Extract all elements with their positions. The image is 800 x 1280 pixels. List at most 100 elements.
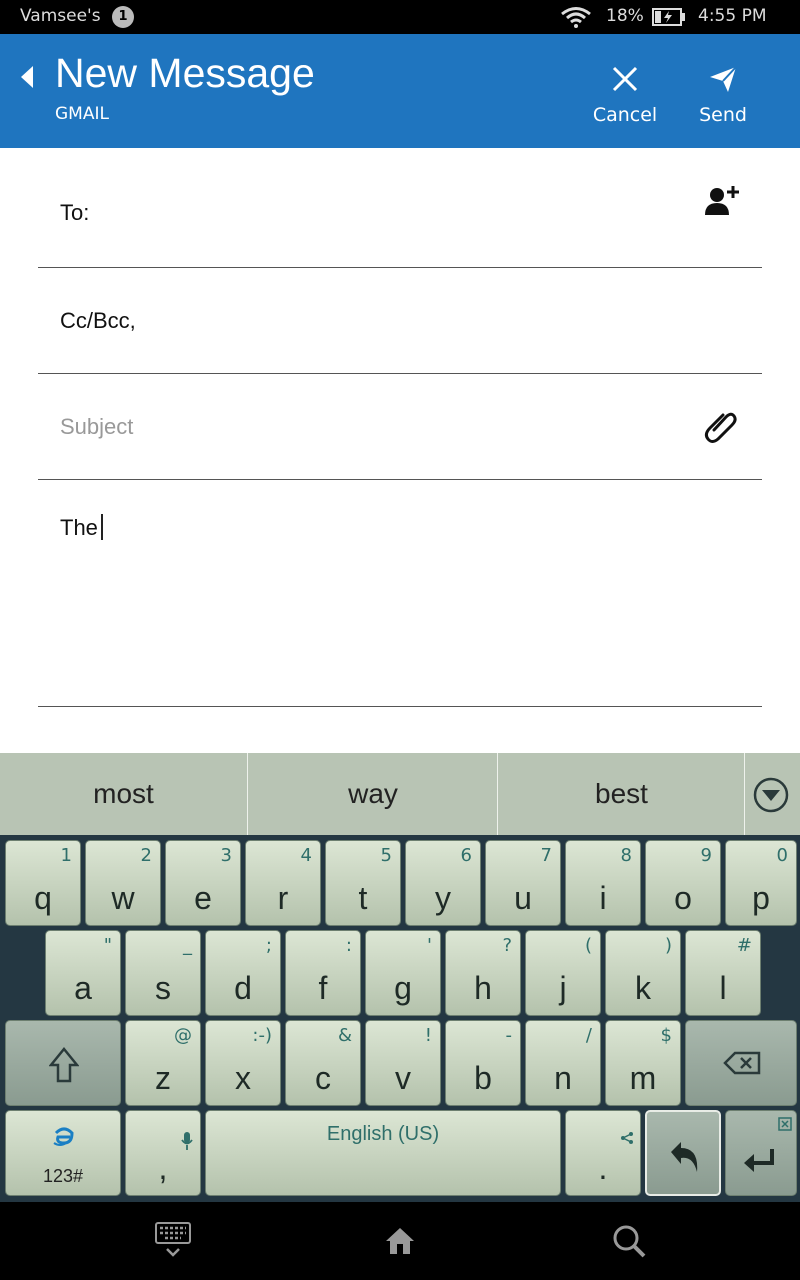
cancel-label: Cancel [592, 104, 658, 126]
send-button[interactable]: Send [683, 34, 763, 148]
hide-keyboard-icon [778, 1117, 792, 1131]
key-m[interactable]: $ m [605, 1020, 681, 1106]
to-field[interactable]: To: [38, 148, 762, 268]
undo-key[interactable] [645, 1110, 721, 1196]
key-alt: ( [584, 935, 592, 956]
home-icon[interactable] [384, 1226, 416, 1256]
key-n[interactable]: / n [525, 1020, 601, 1106]
key-o[interactable]: 9o [645, 840, 721, 926]
key-p[interactable]: 0p [725, 840, 797, 926]
key-g[interactable]: ' g [365, 930, 441, 1016]
clock: 4:55 PM [698, 6, 767, 26]
keyboard-hide-icon[interactable] [155, 1222, 191, 1260]
subject-input[interactable]: Subject [38, 374, 762, 480]
chevron-down-circle-icon[interactable] [752, 776, 790, 814]
key-x[interactable]: :-) x [205, 1020, 281, 1106]
key-char: c [315, 1060, 331, 1096]
battery-percent: 18% [606, 6, 644, 26]
key-char: x [235, 1060, 251, 1096]
cancel-button[interactable]: Cancel [585, 34, 665, 148]
key-t[interactable]: 5t [325, 840, 401, 926]
key-h[interactable]: ? h [445, 930, 521, 1016]
key-z[interactable]: @ z [125, 1020, 201, 1106]
enter-key[interactable] [725, 1110, 797, 1196]
key-e[interactable]: 3e [165, 840, 241, 926]
key-j[interactable]: (j [525, 930, 601, 1016]
navigation-bar [0, 1202, 800, 1280]
text-cursor [100, 514, 103, 540]
key-alt: 6 [460, 845, 472, 866]
body-text-wrap: The [60, 514, 103, 541]
send-label: Send [699, 104, 747, 126]
key-alt: # [736, 935, 752, 956]
key-r[interactable]: 4r [245, 840, 321, 926]
key-alt: $ [660, 1025, 672, 1046]
add-contact-icon[interactable] [704, 184, 740, 216]
period-key[interactable]: . [565, 1110, 641, 1196]
key-char: h [474, 970, 492, 1006]
key-char: k [635, 970, 651, 1006]
key-b[interactable]: -b [445, 1020, 521, 1106]
key-d[interactable]: ; d [205, 930, 281, 1016]
key-y[interactable]: 6y [405, 840, 481, 926]
app-header: New Message GMAIL Cancel Send [0, 34, 800, 148]
key-char: d [234, 970, 252, 1006]
key-char: l [719, 970, 727, 1006]
key-q[interactable]: 1q [5, 840, 81, 926]
key-char: i [599, 880, 607, 916]
suggestion-item[interactable]: best [499, 753, 745, 835]
key-char: g [394, 970, 412, 1006]
key-u[interactable]: 7u [485, 840, 561, 926]
carrier-name: Vamsee's [20, 6, 101, 26]
cc-bcc-label: Cc/Bcc, [60, 308, 136, 333]
enter-arrow-icon [744, 1149, 774, 1172]
key-char: n [554, 1060, 572, 1096]
symbols-label: 123# [42, 1166, 84, 1186]
page-title: New Message [55, 50, 315, 96]
key-f[interactable]: :f [285, 930, 361, 1016]
key-i[interactable]: 8i [565, 840, 641, 926]
account-label: GMAIL [55, 104, 109, 124]
subject-placeholder: Subject [60, 414, 134, 439]
key-alt: / [585, 1025, 592, 1046]
undo-icon [671, 1142, 698, 1172]
comma-key[interactable]: , [125, 1110, 201, 1196]
language-label: English (US) [326, 1123, 440, 1145]
compose-form: To: Cc/Bcc, Subject The [0, 148, 800, 753]
key-alt: 4 [300, 845, 312, 866]
key-k[interactable]: ) k [605, 930, 681, 1016]
paperclip-icon[interactable] [704, 408, 738, 444]
key-char: y [435, 880, 451, 916]
key-char: z [155, 1060, 171, 1096]
battery-charging-icon [652, 8, 685, 26]
cc-bcc-field[interactable]: Cc/Bcc, [38, 268, 762, 374]
key-alt: 3 [220, 845, 232, 866]
symbols-key[interactable]: 123# [5, 1110, 121, 1196]
key-v[interactable]: ! v [365, 1020, 441, 1106]
search-icon[interactable] [612, 1224, 646, 1258]
shift-key[interactable] [5, 1020, 121, 1106]
key-alt: 5 [380, 845, 392, 866]
space-key[interactable]: English (US) [205, 1110, 561, 1196]
key-l[interactable]: # l [685, 930, 761, 1016]
key-char: q [34, 880, 52, 916]
message-body[interactable]: The [38, 480, 762, 707]
key-s[interactable]: _ s [125, 930, 201, 1016]
shift-arrow-icon [49, 1047, 79, 1083]
key-alt: : [345, 935, 352, 956]
key-alt: 9 [700, 845, 712, 866]
key-c[interactable]: & c [285, 1020, 361, 1106]
key-w[interactable]: 2w [85, 840, 161, 926]
suggestion-item[interactable]: most [0, 753, 248, 835]
key-a[interactable]: " a [45, 930, 121, 1016]
key-char: f [318, 970, 328, 1006]
back-arrow-icon[interactable] [18, 64, 36, 90]
send-icon [710, 66, 737, 92]
suggestion-item[interactable]: way [249, 753, 498, 835]
backspace-key[interactable] [685, 1020, 797, 1106]
key-alt: ? [502, 935, 512, 956]
key-alt: ' [427, 935, 432, 956]
share-icon [621, 1132, 633, 1144]
microphone-icon [181, 1132, 193, 1150]
key-alt: _ [183, 935, 192, 956]
